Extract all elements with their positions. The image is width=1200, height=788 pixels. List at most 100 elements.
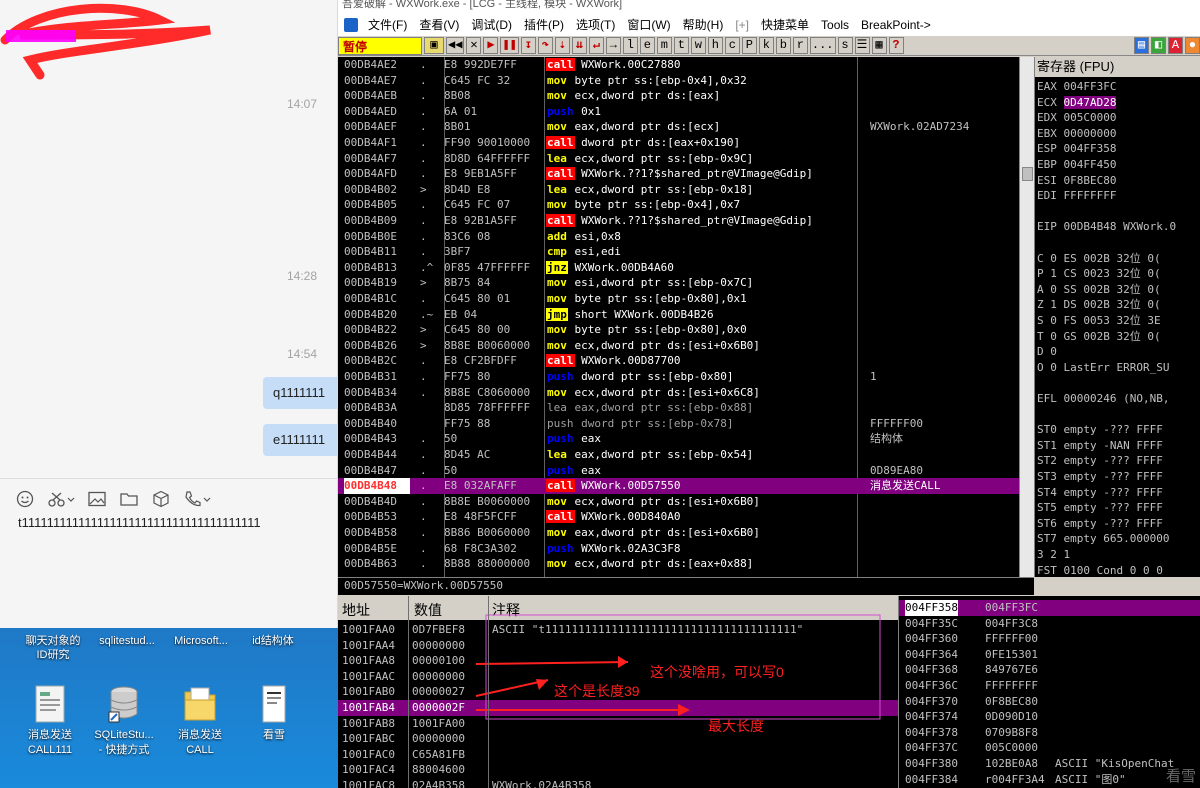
cube-icon[interactable] [150, 488, 172, 510]
disasm-row[interactable]: 00DB4B1C. C645 80 01 mov byte ptr ss:[ebp-… [338, 291, 1034, 307]
register-line[interactable]: ECX 0D47AD28 [1037, 95, 1117, 111]
desktop-label[interactable]: id结构体 [246, 634, 300, 648]
phone-icon[interactable] [182, 488, 212, 510]
disasm-row[interactable]: 00DB4B2C. E8 CF2BFDFF call WXWork.00D87700 [338, 353, 1034, 369]
scroll-thumb[interactable] [1022, 167, 1033, 181]
menu-help[interactable]: 帮助(H) [677, 14, 730, 36]
stack-row[interactable]: 004FF36C FFFFFFFF [899, 678, 1200, 694]
register-line[interactable]: EDX 005C0000 [1037, 110, 1116, 126]
register-line[interactable]: S 0 FS 0053 32位 3E [1037, 313, 1161, 329]
menu-file[interactable]: 文件(F) [362, 14, 413, 36]
toolbar-r[interactable]: r [792, 37, 808, 54]
disasm-row[interactable]: 00DB4B48. E8 032AFAFF call WXWork.00D57550… [338, 478, 1034, 494]
stack-row[interactable]: 004FF374 0D090D10 [899, 709, 1200, 725]
layout-icon[interactable]: ▤ [1134, 37, 1149, 54]
menu-plugins[interactable]: 插件(P) [518, 14, 570, 36]
register-line[interactable]: O 0 LastErr ERROR_SU [1037, 360, 1169, 376]
list-icon[interactable]: ☰ [854, 37, 870, 54]
register-line[interactable]: ESI 0F8BEC80 [1037, 173, 1116, 189]
register-line[interactable]: 3 2 1 [1037, 547, 1070, 563]
disasm-row[interactable]: 00DB4B09. E8 92B1A5FF call WXWork.??1?$sha… [338, 213, 1034, 229]
disasm-row[interactable]: 00DB4B44. 8D45 AC lea eax,dword ptr ss:[eb… [338, 447, 1034, 463]
folder-icon[interactable] [118, 488, 140, 510]
disasm-row[interactable]: 00DB4B5E. 68 F8C3A302 push WXWork.02A3C3F8 [338, 541, 1034, 557]
message-bubble[interactable]: e1111111 [263, 424, 337, 456]
disasm-row[interactable]: 00DB4B13 .^ 0F85 47FFFFFF jnz WXWork.00DB4A… [338, 260, 1034, 276]
disasm-row[interactable]: 00DB4B40 FF75 88 push dword ptr ss:[ebp-0x… [338, 416, 1034, 432]
registers-pane[interactable]: 寄存器 (FPU) EAX 004FF3FC ECX 0D47AD28 EDX 00… [1034, 57, 1200, 577]
stack-row[interactable]: 004FF370 0F8BEC80 [899, 694, 1200, 710]
toolbar-l[interactable]: l [622, 37, 638, 54]
disasm-row[interactable]: 00DB4B3A 8D85 78FFFFFF lea eax,dword ptr s… [338, 400, 1034, 416]
menu-view[interactable]: 查看(V) [413, 14, 465, 36]
disasm-row[interactable]: 00DB4AEB. 8B08 mov ecx,dword ptr ds:[eax] [338, 88, 1034, 104]
disasm-row[interactable]: 00DB4AF7. 8D8D 64FFFFFF lea ecx,dword ptr … [338, 151, 1034, 167]
register-line[interactable]: ST5 empty -??? FFFF [1037, 500, 1163, 516]
stack-row[interactable]: 004FF37C 005C0000 [899, 740, 1200, 756]
pause-icon[interactable]: ❚❚ [500, 37, 519, 54]
rewind-icon[interactable]: ◀◀ [446, 37, 465, 54]
disassembly-scrollbar[interactable] [1019, 57, 1034, 577]
disasm-row[interactable]: 00DB4B05. C645 FC 07 mov byte ptr ss:[ebp-… [338, 197, 1034, 213]
toolbar-e[interactable]: e [639, 37, 655, 54]
scissors-icon[interactable] [46, 488, 76, 510]
stack-pane[interactable]: 004FF358 004FF3FC 004FF35C 004FF3C8 004FF360… [898, 596, 1200, 788]
desktop-label[interactable]: 聊天对象的 ID研究 [18, 634, 88, 662]
register-line[interactable]: ESP 004FF358 [1037, 141, 1116, 157]
toolbar-b[interactable]: b [775, 37, 791, 54]
register-line[interactable]: ST2 empty -??? FFFF [1037, 453, 1163, 469]
disasm-row[interactable]: 00DB4B20 .~ EB 04 jmp short WXWork.00DB4B26 [338, 307, 1034, 323]
disassembly-pane[interactable]: 00DB4AE2. E8 992DE7FF call WXWork.00C27880… [338, 57, 1034, 577]
menu-plus[interactable]: [+] [729, 14, 755, 36]
run-icon[interactable]: ▶ [483, 37, 499, 54]
plugin-icon[interactable]: ◧ [1151, 37, 1166, 54]
toolbar-h[interactable]: h [707, 37, 723, 54]
register-line[interactable]: ST1 empty -NAN FFFF [1037, 438, 1163, 454]
stack-row[interactable]: 004FF360 FFFFFF00 [899, 631, 1200, 647]
disasm-row[interactable]: 00DB4B02 >8D4D E8 lea ecx,dword ptr ss:[eb… [338, 182, 1034, 198]
register-line[interactable]: EDI FFFFFFFF [1037, 188, 1116, 204]
disasm-row[interactable]: 00DB4B11. 3BF7 cmp esi,edi [338, 244, 1034, 260]
disasm-row[interactable]: 00DB4B34. 8B8E C8060000 mov ecx,dword ptr … [338, 385, 1034, 401]
toolbar-s[interactable]: s [837, 37, 853, 54]
toolbar-c[interactable]: c [724, 37, 740, 54]
emoji-icon[interactable] [14, 488, 36, 510]
stack-row[interactable]: 004FF358 004FF3FC [899, 600, 1200, 616]
toolbar-P[interactable]: P [741, 37, 757, 54]
trace-into-icon[interactable]: ⇣ [554, 37, 570, 54]
stack-row[interactable]: 004FF378 0709B8F8 [899, 725, 1200, 741]
open-icon[interactable]: ▣ [424, 37, 444, 54]
message-input[interactable]: t11111111111111111111111111111111111111 [18, 515, 261, 530]
disasm-row[interactable]: 00DB4B53. E8 48F5FCFF call WXWork.00D840A0 [338, 509, 1034, 525]
menu-breakpoint[interactable]: BreakPoint-> [855, 14, 937, 36]
disasm-row[interactable]: 00DB4B26 >8B8E B0060000 mov ecx,dword ptr … [338, 338, 1034, 354]
register-line[interactable]: ST3 empty -??? FFFF [1037, 469, 1163, 485]
disasm-row[interactable]: 00DB4AEF. 8B01 mov eax,dword ptr ds:[ecx] W… [338, 119, 1034, 135]
window-icon[interactable]: ▦ [871, 37, 887, 54]
register-line[interactable]: ST0 empty -??? FFFF [1037, 422, 1163, 438]
toolbar-t[interactable]: t [673, 37, 689, 54]
register-line[interactable]: P 1 CS 0023 32位 0( [1037, 266, 1161, 282]
desktop-label[interactable]: sqlitestud... [90, 634, 164, 648]
menu-window[interactable]: 窗口(W) [621, 14, 676, 36]
toolbar-ellipsis[interactable]: ... [809, 37, 836, 54]
register-line[interactable]: T 0 GS 002B 32位 0( [1037, 329, 1161, 345]
disasm-row[interactable]: 00DB4AF1. FF90 90010000 call dword ptr ds:… [338, 135, 1034, 151]
disasm-row[interactable]: 00DB4B43. 50 push eax 结构体 [338, 431, 1034, 447]
menu-shortcut[interactable]: 快捷菜单 [755, 14, 815, 36]
register-line[interactable]: Z 1 DS 002B 32位 0( [1037, 297, 1161, 313]
desktop-label[interactable]: Microsoft... [164, 634, 238, 648]
register-line[interactable]: EAX 004FF3FC [1037, 79, 1116, 95]
register-line[interactable]: ST4 empty -??? FFFF [1037, 485, 1163, 501]
step-into-icon[interactable]: ↧ [520, 37, 536, 54]
disasm-row[interactable]: 00DB4B19 >8B75 84 mov esi,dword ptr ss:[eb… [338, 275, 1034, 291]
register-line[interactable]: FST 0100 Cond 0 0 0 [1037, 563, 1163, 577]
disasm-row[interactable]: 00DB4B58. 8B86 B0060000 mov eax,dword ptr … [338, 525, 1034, 541]
disasm-row[interactable]: 00DB4B0E. 83C6 08 add esi,0x8 [338, 229, 1034, 245]
execute-till-return-icon[interactable]: ↵ [588, 37, 604, 54]
disasm-row[interactable]: 00DB4B22 > C645 80 00 mov byte ptr ss:[ebp-… [338, 322, 1034, 338]
register-line[interactable]: C 0 ES 002B 32位 0( [1037, 251, 1161, 267]
stack-row[interactable]: 004FF368 849767E6 [899, 662, 1200, 678]
stack-row[interactable]: 004FF384 r004FF3A4 ASCII "图0" [899, 772, 1200, 788]
register-line[interactable]: EIP 00DB4B48 WXWork.0 [1037, 219, 1176, 235]
